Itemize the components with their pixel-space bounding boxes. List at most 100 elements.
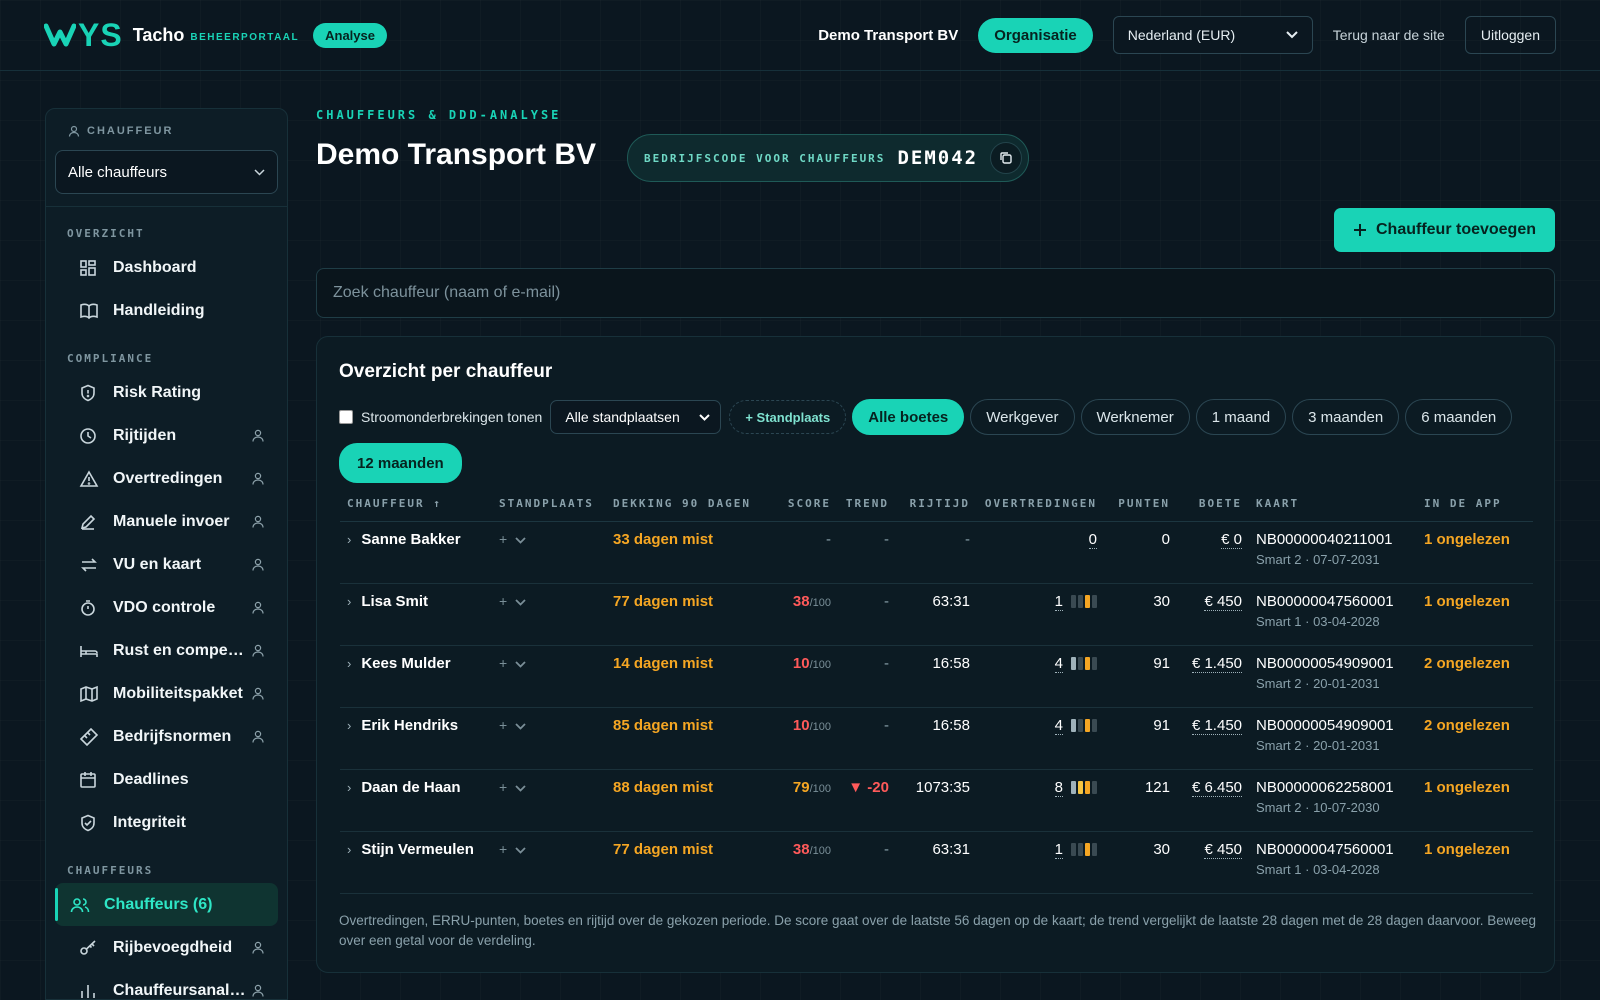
fine-value[interactable]: € 1.450 xyxy=(1191,716,1242,735)
logout-button[interactable]: Uitloggen xyxy=(1464,16,1556,54)
cell-app: 1 ongelezen xyxy=(1417,583,1533,646)
unread-badge[interactable]: 1 ongelezen xyxy=(1424,593,1510,610)
unread-badge[interactable]: 1 ongelezen xyxy=(1424,779,1510,796)
filter-chip-alle-boetes[interactable]: Alle boetes xyxy=(852,399,965,435)
cell-card: NB00000047560001 Smart 1 · 03-04-2028 xyxy=(1249,831,1417,894)
cell-trend: - xyxy=(838,521,896,584)
unread-badge[interactable]: 1 ongelezen xyxy=(1424,841,1510,858)
fine-value[interactable]: € 450 xyxy=(1204,840,1242,859)
chevron-right-icon[interactable]: › xyxy=(347,842,351,857)
filter-chip-12-maanden[interactable]: 12 maanden xyxy=(339,443,462,483)
violations-count[interactable]: 4 xyxy=(1054,654,1063,673)
country-select[interactable]: Nederland (EUR) xyxy=(1112,16,1313,54)
standplaats-edit[interactable]: + xyxy=(499,779,526,795)
column-header-chauffeur[interactable]: CHAUFFEUR ↑ xyxy=(340,487,492,522)
driver-name[interactable]: Lisa Smit xyxy=(361,593,428,610)
cell-score: 38/100 xyxy=(763,583,838,646)
sidebar-item-chauffeursanaly[interactable]: Chauffeursanaly… xyxy=(55,969,278,999)
driver-name[interactable]: Sanne Bakker xyxy=(361,531,460,548)
violation-distribution[interactable] xyxy=(1071,595,1097,609)
sidebar-item-rust-en-compen[interactable]: Rust en compen… xyxy=(55,629,278,672)
power-interruptions-toggle[interactable]: Stroomonderbrekingen tonen xyxy=(339,409,542,425)
rijtijd-value: 16:58 xyxy=(932,654,970,672)
standplaats-edit[interactable]: + xyxy=(499,655,526,671)
unread-badge[interactable]: 2 ongelezen xyxy=(1424,655,1510,672)
table-row[interactable]: › Lisa Smit + 77 dagen mist 38/100 - 63:3… xyxy=(340,583,1533,646)
table-row[interactable]: › Sanne Bakker + 33 dagen mist - - - 0 0 … xyxy=(340,521,1533,584)
violations-count[interactable]: 1 xyxy=(1054,592,1063,611)
table-row[interactable]: › Erik Hendriks + 85 dagen mist 10/100 - … xyxy=(340,707,1533,770)
search-input[interactable]: Zoek chauffeur (naam of e-mail) xyxy=(316,268,1555,318)
driver-select[interactable]: Alle chauffeurs xyxy=(55,150,278,194)
copy-code-button[interactable] xyxy=(990,142,1023,174)
standplaats-edit[interactable]: + xyxy=(499,531,526,547)
back-to-site-link[interactable]: Terug naar de site xyxy=(1333,27,1445,43)
sidebar-item-risk-rating[interactable]: Risk Rating xyxy=(55,371,278,414)
table-row[interactable]: › Daan de Haan + 88 dagen mist 79/100 ▼ -… xyxy=(340,769,1533,832)
filter-chip-1-maand[interactable]: 1 maand xyxy=(1195,399,1287,435)
violation-distribution[interactable] xyxy=(1071,719,1097,733)
sidebar-item-chauffeurs-6[interactable]: Chauffeurs (6) xyxy=(55,883,278,926)
sidebar-item-overtredingen[interactable]: Overtredingen xyxy=(55,457,278,500)
analyse-badge[interactable]: Analyse xyxy=(313,22,387,48)
violation-distribution[interactable] xyxy=(1071,843,1097,857)
chevron-right-icon[interactable]: › xyxy=(347,532,351,547)
filter-chip-werknemer[interactable]: Werknemer xyxy=(1080,399,1190,435)
unread-badge[interactable]: 2 ongelezen xyxy=(1424,717,1510,734)
chevron-right-icon[interactable]: › xyxy=(347,780,351,795)
cell-rijtijd: 63:31 xyxy=(896,583,977,646)
organisatie-button[interactable]: Organisatie xyxy=(978,17,1093,53)
sidebar-item-bedrijfsnormen[interactable]: Bedrijfsnormen xyxy=(55,715,278,758)
violations-count[interactable]: 4 xyxy=(1054,716,1063,735)
standplaats-edit[interactable]: + xyxy=(499,717,526,733)
copy-icon xyxy=(1000,152,1012,164)
cell-standplaats: + xyxy=(492,521,606,584)
checkbox[interactable] xyxy=(339,410,353,424)
fine-value[interactable]: € 0 xyxy=(1221,530,1242,549)
violation-distribution[interactable] xyxy=(1071,781,1097,795)
driver-name[interactable]: Erik Hendriks xyxy=(361,717,458,734)
sidebar-item-vdo-controle[interactable]: VDO controle xyxy=(55,586,278,629)
sidebar-item-integriteit[interactable]: Integriteit xyxy=(55,801,278,844)
violations-count[interactable]: 0 xyxy=(1088,530,1097,549)
driver-name[interactable]: Stijn Vermeulen xyxy=(361,841,474,858)
table-row[interactable]: › Stijn Vermeulen + 77 dagen mist 38/100 … xyxy=(340,831,1533,894)
sidebar-item-manuele-invoer[interactable]: Manuele invoer xyxy=(55,500,278,543)
violations-count[interactable]: 1 xyxy=(1054,840,1063,859)
driver-filter-label: CHAUFFEUR xyxy=(55,125,278,137)
fine-value[interactable]: € 450 xyxy=(1204,592,1242,611)
fine-value[interactable]: € 6.450 xyxy=(1191,778,1242,797)
sidebar-item-dashboard[interactable]: Dashboard xyxy=(55,246,278,289)
driver-name[interactable]: Daan de Haan xyxy=(361,779,460,796)
add-driver-label: Chauffeur toevoegen xyxy=(1375,221,1536,238)
score-suffix: /100 xyxy=(809,720,831,733)
standplaats-select[interactable]: Alle standplaatsen xyxy=(550,400,722,434)
logo-text: YS xyxy=(78,16,123,53)
logo[interactable]: YS Tacho BEHEERPORTAAL Analyse xyxy=(44,17,387,54)
driver-name[interactable]: Kees Mulder xyxy=(361,655,450,672)
table-row[interactable]: › Kees Mulder + 14 dagen mist 10/100 - 16… xyxy=(340,645,1533,708)
add-driver-button[interactable]: Chauffeur toevoegen xyxy=(1333,208,1555,252)
sidebar-item-vu-en-kaart[interactable]: VU en kaart xyxy=(55,543,278,586)
top-bar: YS Tacho BEHEERPORTAAL Analyse Demo Tran… xyxy=(0,0,1600,71)
cell-standplaats: + xyxy=(492,583,606,646)
filter-chip-6-maanden[interactable]: 6 maanden xyxy=(1405,399,1513,435)
standplaats-edit[interactable]: + xyxy=(499,593,526,609)
unread-badge[interactable]: 1 ongelezen xyxy=(1424,531,1510,548)
sidebar-item-rijtijden[interactable]: Rijtijden xyxy=(55,414,278,457)
chevron-right-icon[interactable]: › xyxy=(347,594,351,609)
filter-chip-werkgever[interactable]: Werkgever xyxy=(970,399,1075,435)
sidebar-item-deadlines[interactable]: Deadlines xyxy=(55,758,278,801)
fine-value[interactable]: € 1.450 xyxy=(1191,654,1242,673)
add-standplaats-button[interactable]: + Standplaats xyxy=(729,400,847,434)
chevron-right-icon[interactable]: › xyxy=(347,718,351,733)
cell-coverage: 77 dagen mist xyxy=(606,831,763,894)
filter-chip-3-maanden[interactable]: 3 maanden xyxy=(1292,399,1400,435)
sidebar-item-handleiding[interactable]: Handleiding xyxy=(55,289,278,332)
sidebar-item-mobiliteitspakket[interactable]: Mobiliteitspakket xyxy=(55,672,278,715)
violations-count[interactable]: 8 xyxy=(1054,778,1063,797)
violation-distribution[interactable] xyxy=(1071,657,1097,671)
standplaats-edit[interactable]: + xyxy=(499,841,526,857)
chevron-right-icon[interactable]: › xyxy=(347,656,351,671)
sidebar-item-rijbevoegdheid[interactable]: Rijbevoegdheid xyxy=(55,926,278,969)
